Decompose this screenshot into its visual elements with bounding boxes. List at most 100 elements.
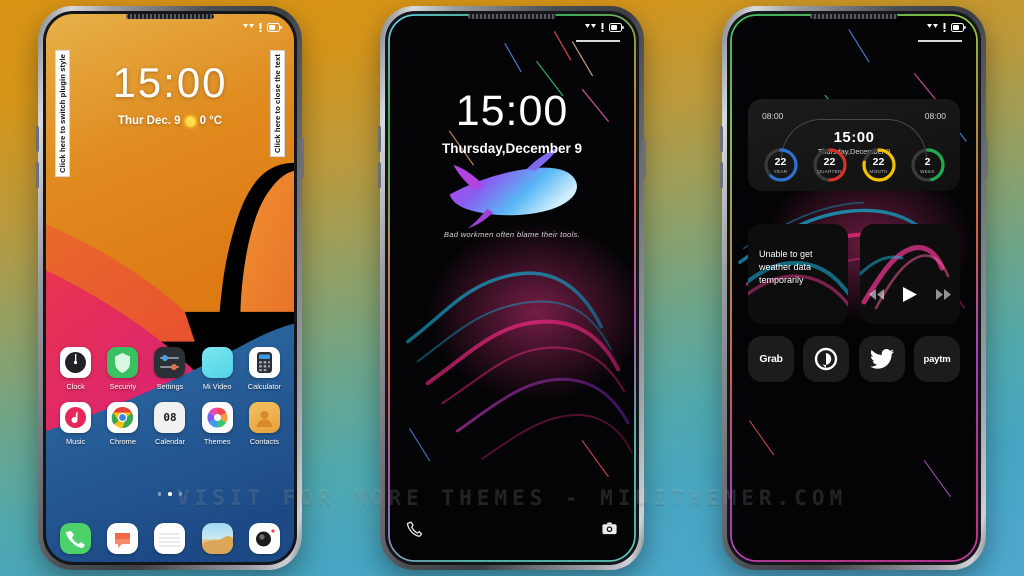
power-button[interactable]: [643, 138, 646, 178]
home-clock-time: 15:00: [112, 59, 228, 106]
app-label: Themes: [203, 437, 231, 446]
grab-icon: Grab: [759, 353, 783, 365]
app-music[interactable]: Music: [52, 402, 99, 446]
widget-right-time: 08:00: [924, 111, 946, 121]
volume-down-button[interactable]: [378, 162, 381, 188]
app-contacts[interactable]: Contacts: [241, 402, 288, 446]
paytm-icon: paytm: [923, 353, 951, 365]
volume-up-button[interactable]: [36, 126, 39, 152]
camera-icon[interactable]: [248, 523, 280, 554]
hint-switch-plugin-style[interactable]: Click here to switch plugin style: [55, 50, 70, 177]
phone-icon[interactable]: [60, 523, 92, 554]
app-label: Music: [65, 437, 86, 446]
volume-up-button[interactable]: [378, 126, 381, 152]
app-calendar[interactable]: 08 Calendar: [146, 402, 193, 446]
phone-2-screen: 15:00 Thursday,December 9 Bad workmen of…: [388, 14, 636, 562]
signal-icon: [927, 24, 938, 28]
app-themes[interactable]: Themes: [194, 402, 241, 446]
ring-week[interactable]: 2 WEEK: [909, 146, 947, 184]
ring-year[interactable]: 22 YEAR: [762, 146, 800, 184]
data-icon: [259, 23, 262, 32]
phone-2-bezel: 15:00 Thursday,December 9 Bad workmen of…: [385, 11, 639, 565]
ring-value: 22: [872, 155, 885, 168]
page-dot-active[interactable]: [168, 492, 172, 496]
notes-icon[interactable]: [154, 523, 186, 554]
camera-icon: [602, 522, 617, 535]
music-widget[interactable]: [860, 224, 960, 324]
lock-clock-time: 15:00: [455, 87, 569, 135]
shortcut-paytm[interactable]: paytm: [913, 336, 960, 382]
gallery-icon[interactable]: [201, 523, 233, 554]
ring-value: 2: [924, 155, 931, 168]
shortcut-grab[interactable]: Grab: [748, 336, 794, 382]
volume-down-button[interactable]: [720, 162, 723, 188]
notification-line: [576, 40, 620, 42]
data-icon: [943, 23, 946, 32]
ring-value: 22: [823, 155, 836, 168]
rewind-icon[interactable]: [869, 289, 885, 300]
hint-close-text[interactable]: Click here to close the text: [270, 50, 285, 158]
earpiece-speaker: [126, 14, 214, 19]
chrome-icon: [107, 402, 139, 433]
page-indicator[interactable]: [46, 492, 294, 496]
page-dot[interactable]: [178, 492, 183, 496]
shortcut-twitter[interactable]: [858, 336, 905, 382]
progress-rings: 22 YEAR 22 QUARTER 22 MONTH 2 WEEK: [748, 146, 960, 184]
ring-label: YEAR: [773, 168, 788, 174]
data-icon: [601, 23, 604, 32]
message-icon[interactable]: [107, 523, 139, 554]
app-label: Calculator: [247, 382, 282, 391]
sun-icon: [184, 115, 196, 127]
ring-label: MONTH: [869, 168, 888, 174]
phone-1-bezel: Click here to switch plugin style Click …: [43, 11, 297, 565]
battery-icon: [951, 23, 966, 32]
volume-up-button[interactable]: [720, 126, 723, 152]
phone-3-widget-screen: 08:00 08:00 15:00 Thursday,December 9 22…: [720, 6, 988, 570]
phone-3-screen: 08:00 08:00 15:00 Thursday,December 9 22…: [730, 14, 978, 562]
app-label: Clock: [66, 382, 85, 391]
app-shortcuts: Grab paytm: [748, 336, 960, 382]
music-controls: [860, 287, 960, 302]
shortcut-circle-logo[interactable]: [803, 336, 850, 382]
app-clock[interactable]: Clock: [52, 347, 99, 391]
power-button[interactable]: [301, 138, 304, 178]
phone-1-screen: Click here to switch plugin style Click …: [46, 14, 294, 562]
home-clock-date-row: Thur Dec. 9 0 °C: [46, 115, 294, 127]
calculator-icon: [248, 347, 280, 378]
app-mi-video[interactable]: Mi Video: [194, 347, 241, 391]
volume-down-button[interactable]: [36, 162, 39, 188]
app-security[interactable]: Security: [99, 347, 146, 391]
power-button[interactable]: [985, 138, 988, 178]
person-icon: [248, 402, 280, 433]
camera-shortcut[interactable]: [601, 520, 618, 542]
ring-label: QUARTER: [817, 168, 842, 174]
page-dot[interactable]: [157, 492, 162, 496]
home-clock-temperature: 0 °C: [199, 115, 223, 127]
weather-widget[interactable]: Unable to get weather data temporarily: [748, 224, 848, 324]
clock-rings-widget[interactable]: 08:00 08:00 15:00 Thursday,December 9 22…: [748, 99, 960, 191]
video-icon: [201, 347, 233, 378]
lock-quote: Bad workmen often blame their tools.: [443, 230, 581, 239]
widget-time: 15:00: [833, 129, 875, 146]
status-bar: [585, 23, 624, 32]
app-calculator[interactable]: Calculator: [241, 347, 288, 391]
app-label: Chrome: [109, 437, 136, 446]
app-settings[interactable]: Settings: [146, 347, 193, 391]
play-icon[interactable]: [902, 287, 917, 302]
battery-icon: [609, 23, 624, 32]
ring-quarter[interactable]: 22 QUARTER: [811, 146, 849, 184]
earpiece-speaker: [810, 14, 898, 19]
fast-forward-icon[interactable]: [935, 289, 951, 300]
widget-left-time: 08:00: [762, 111, 784, 121]
app-label: Mi Video: [202, 382, 232, 391]
phone-shortcut[interactable]: [406, 520, 423, 542]
ring-month[interactable]: 22 MONTH: [860, 146, 898, 184]
ring-label: WEEK: [920, 168, 935, 174]
lock-clock-widget[interactable]: 15:00 Thursday,December 9: [388, 87, 636, 157]
clock-app-icon: [60, 347, 92, 378]
lock-clock-date: Thursday,December 9: [441, 141, 583, 156]
home-clock-widget[interactable]: 15:00 Thur Dec. 9 0 °C: [46, 59, 294, 128]
notification-line: [918, 40, 962, 42]
app-chrome[interactable]: Chrome: [99, 402, 146, 446]
calendar-icon: 08: [154, 402, 186, 433]
